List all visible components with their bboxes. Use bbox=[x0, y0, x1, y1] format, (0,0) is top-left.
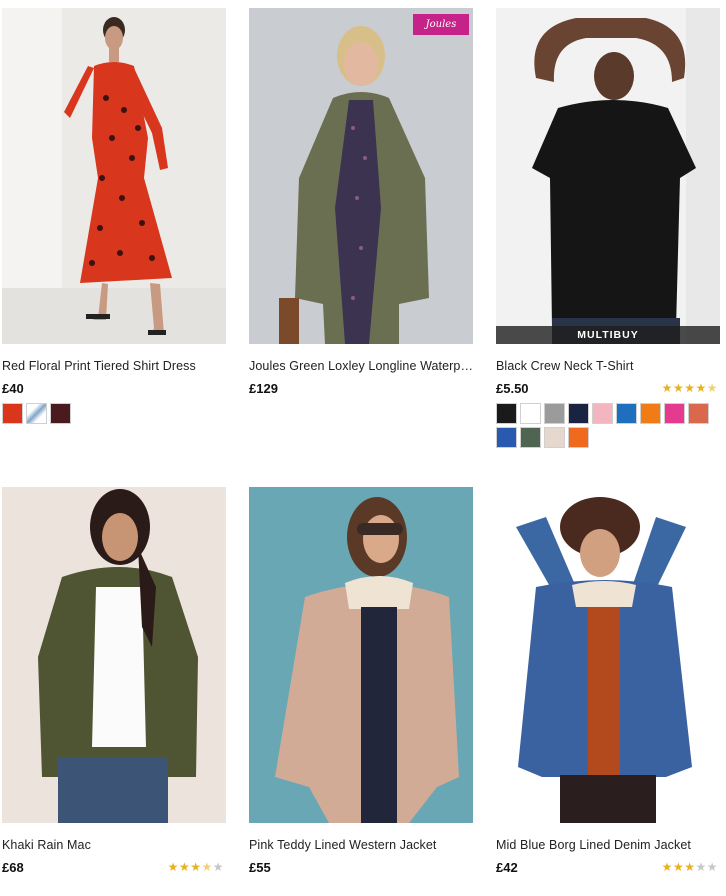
color-swatch[interactable] bbox=[50, 403, 71, 424]
star-icon: ★ bbox=[706, 860, 718, 874]
product-name[interactable]: Red Floral Print Tiered Shirt Dress bbox=[2, 359, 226, 373]
color-swatch[interactable] bbox=[664, 403, 685, 424]
product-price: £68 bbox=[2, 860, 24, 875]
product-image[interactable]: Joules bbox=[249, 8, 473, 344]
product-name[interactable]: Pink Teddy Lined Western Jacket bbox=[249, 838, 473, 852]
rating-stars: ★★★★★ bbox=[168, 861, 224, 873]
color-swatch[interactable] bbox=[520, 427, 541, 448]
star-icon: ★ bbox=[167, 860, 179, 874]
star-icon: ★ bbox=[190, 860, 202, 874]
color-swatch[interactable] bbox=[544, 427, 565, 448]
product-image[interactable] bbox=[496, 487, 720, 823]
product-card[interactable]: Khaki Rain Mac £68 ★★★★★ bbox=[2, 487, 226, 875]
product-price: £129 bbox=[249, 381, 278, 396]
product-card[interactable]: MULTIBUY Black Crew Neck T-Shirt £5.50 ★… bbox=[496, 8, 720, 448]
color-swatches bbox=[2, 403, 228, 424]
color-swatch[interactable] bbox=[688, 403, 709, 424]
rating-stars: ★★★★★ bbox=[662, 382, 718, 394]
color-swatch[interactable] bbox=[544, 403, 565, 424]
product-image[interactable] bbox=[249, 487, 473, 823]
product-name[interactable]: Khaki Rain Mac bbox=[2, 838, 226, 852]
product-card[interactable]: Red Floral Print Tiered Shirt Dress £40 bbox=[2, 8, 226, 424]
product-image[interactable] bbox=[2, 487, 226, 823]
product-image[interactable] bbox=[2, 8, 226, 344]
star-half-icon: ★ bbox=[706, 381, 718, 395]
color-swatch[interactable] bbox=[520, 403, 541, 424]
color-swatch[interactable] bbox=[592, 403, 613, 424]
color-swatch[interactable] bbox=[568, 427, 589, 448]
color-swatch[interactable] bbox=[496, 427, 517, 448]
product-name[interactable]: Mid Blue Borg Lined Denim Jacket bbox=[496, 838, 720, 852]
color-swatch[interactable] bbox=[640, 403, 661, 424]
color-swatch[interactable] bbox=[568, 403, 589, 424]
product-name[interactable]: Joules Green Loxley Longline Waterpr... bbox=[249, 359, 473, 373]
star-icon: ★ bbox=[672, 381, 685, 395]
product-card[interactable]: Joules Joules Green Loxley Longline Wate… bbox=[249, 8, 473, 396]
product-image[interactable]: MULTIBUY bbox=[496, 8, 720, 344]
product-name[interactable]: Black Crew Neck T-Shirt bbox=[496, 359, 720, 373]
star-half-icon: ★ bbox=[201, 860, 213, 874]
star-icon: ★ bbox=[695, 860, 707, 874]
star-icon: ★ bbox=[661, 860, 673, 874]
star-icon: ★ bbox=[212, 860, 224, 874]
star-icon: ★ bbox=[178, 860, 191, 874]
color-swatch[interactable] bbox=[616, 403, 637, 424]
star-icon: ★ bbox=[672, 860, 685, 874]
product-price: £42 bbox=[496, 860, 518, 875]
product-price: £5.50 bbox=[496, 381, 529, 396]
product-price: £40 bbox=[2, 381, 24, 396]
multibuy-badge: MULTIBUY bbox=[496, 326, 720, 344]
star-icon: ★ bbox=[684, 860, 696, 874]
star-icon: ★ bbox=[684, 381, 696, 395]
rating-stars: ★★★★★ bbox=[662, 861, 718, 873]
star-icon: ★ bbox=[661, 381, 673, 395]
product-card[interactable]: Mid Blue Borg Lined Denim Jacket £42 ★★★… bbox=[496, 487, 720, 875]
color-swatch[interactable] bbox=[2, 403, 23, 424]
brand-badge: Joules bbox=[413, 14, 469, 35]
product-card[interactable]: Pink Teddy Lined Western Jacket £55 bbox=[249, 487, 473, 875]
product-price: £55 bbox=[249, 860, 271, 875]
color-swatches bbox=[496, 403, 722, 448]
color-swatch[interactable] bbox=[496, 403, 517, 424]
star-icon: ★ bbox=[695, 381, 707, 395]
color-swatch[interactable] bbox=[26, 403, 47, 424]
